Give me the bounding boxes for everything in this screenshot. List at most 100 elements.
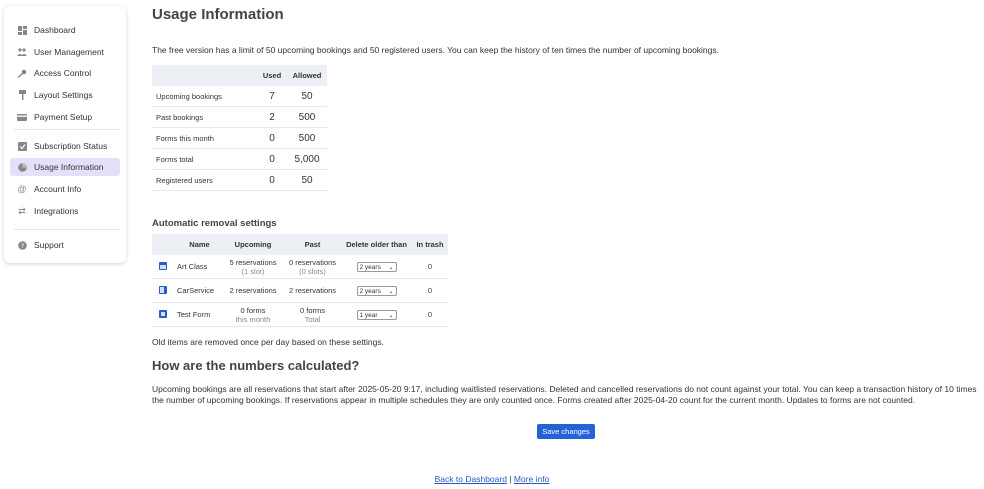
item-name: CarService: [174, 278, 222, 303]
upcoming-sub: (1 slot): [241, 266, 265, 276]
footer-separator: |: [509, 474, 512, 484]
more-info-link[interactable]: More info: [514, 474, 549, 484]
table-row: Past bookings 2 500: [152, 106, 327, 128]
sidebar-item-label: Subscription Status: [34, 141, 108, 151]
past-sub: Total: [304, 314, 321, 324]
removal-heading: Automatic removal settings: [152, 218, 277, 229]
sidebar-item-label: Payment Setup: [34, 112, 93, 122]
chevron-down-icon: ⌄: [388, 312, 394, 319]
delete-older-than-select[interactable]: 1 year ⌄: [356, 309, 397, 320]
column-header-past: Past: [284, 234, 341, 255]
table-row: Registered users 0 50: [152, 169, 327, 191]
save-button[interactable]: Save changes: [537, 424, 595, 439]
credit-card-icon: [17, 112, 27, 122]
select-value: 1 year: [359, 311, 378, 319]
used-value: 7: [257, 86, 287, 107]
arrows-exchange-icon: ⇄: [18, 205, 26, 216]
row-label: Forms this month: [152, 127, 257, 149]
past-value: 0 forms: [299, 305, 325, 315]
column-header-used: Used: [257, 65, 287, 86]
delete-older-than-select[interactable]: 2 years ⌄: [356, 261, 397, 272]
table-header-row: Used Allowed: [152, 65, 327, 86]
upcoming-value: 2 reservations: [229, 286, 277, 295]
check-square-icon: [17, 141, 27, 151]
sidebar: Dashboard User Management Access Control…: [4, 6, 126, 263]
upcoming-sub: this month: [235, 314, 271, 324]
row-label: Past bookings: [152, 106, 257, 128]
upcoming-cell: 5 reservations (1 slot): [222, 255, 284, 279]
past-value: 2 reservations: [288, 286, 337, 295]
column-header: [152, 65, 257, 86]
sidebar-item-label: Dashboard: [34, 25, 76, 35]
column-header-icon: [152, 234, 174, 255]
past-cell: 2 reservations: [284, 278, 341, 303]
sidebar-item-label: Usage Information: [34, 162, 104, 172]
delete-older-than-select[interactable]: 2 years ⌄: [356, 285, 397, 296]
allowed-value: 50: [287, 86, 327, 107]
item-name: Art Class: [174, 255, 222, 279]
item-name: Test Form: [174, 302, 222, 327]
row-label: Registered users: [152, 169, 257, 191]
car-icon: [159, 285, 167, 294]
form-icon: [159, 309, 167, 318]
sidebar-divider: [14, 129, 120, 130]
column-header-allowed: Allowed: [287, 65, 327, 86]
sidebar-item-subscription-status[interactable]: Subscription Status: [10, 137, 120, 155]
allowed-value: 500: [287, 106, 327, 128]
past-value: 0 reservations: [288, 257, 337, 267]
upcoming-value: 0 forms: [240, 305, 266, 315]
table-row: Test Form 0 forms this month 0 forms Tot…: [152, 302, 448, 327]
used-value: 0: [257, 127, 287, 149]
removal-note: Old items are removed once per day based…: [152, 337, 384, 347]
sidebar-item-label: Support: [34, 240, 64, 250]
sidebar-item-label: Integrations: [34, 206, 79, 216]
trash-count: 0: [412, 302, 448, 327]
page-title: Usage Information: [152, 6, 284, 23]
used-value: 0: [257, 148, 287, 170]
past-cell: 0 reservations (0 slots): [284, 255, 341, 279]
table-row: Forms total 0 5,000: [152, 148, 327, 170]
help-circle-icon: ?: [17, 240, 27, 250]
used-value: 2: [257, 106, 287, 128]
trash-count: 0: [412, 278, 448, 303]
row-label: Upcoming bookings: [152, 86, 257, 107]
svg-text:?: ?: [20, 242, 23, 250]
pie-chart-icon: [17, 162, 27, 172]
column-header-name: Name: [174, 234, 222, 255]
sidebar-item-dashboard[interactable]: Dashboard: [10, 21, 120, 39]
sidebar-item-usage-information[interactable]: Usage Information: [10, 158, 120, 176]
sidebar-item-user-management[interactable]: User Management: [10, 43, 120, 61]
allowed-value: 5,000: [287, 148, 327, 170]
used-value: 0: [257, 169, 287, 191]
back-to-dashboard-link[interactable]: Back to Dashboard: [435, 474, 507, 484]
sidebar-item-integrations[interactable]: ⇄ Integrations: [10, 202, 120, 220]
sidebar-item-access-control[interactable]: Access Control: [10, 64, 120, 82]
upcoming-cell: 0 forms this month: [222, 302, 284, 327]
chevron-down-icon: ⌄: [388, 264, 394, 271]
calc-heading: How are the numbers calculated?: [152, 358, 360, 373]
chevron-down-icon: ⌄: [388, 288, 394, 295]
paint-roller-icon: [17, 90, 27, 100]
removal-table: Name Upcoming Past Delete older than In …: [152, 234, 448, 327]
column-header-trash: In trash: [412, 234, 448, 255]
sidebar-item-label: User Management: [34, 47, 104, 57]
calendar-icon: [159, 261, 167, 270]
users-icon: [17, 47, 27, 57]
sidebar-item-account-info[interactable]: @ Account Info: [10, 180, 120, 198]
footer: Back to Dashboard | More info: [0, 474, 984, 484]
sidebar-item-label: Account Info: [34, 184, 82, 194]
table-row: CarService 2 reservations 2 reservations…: [152, 278, 448, 303]
key-icon: [17, 68, 27, 78]
allowed-value: 500: [287, 127, 327, 149]
sidebar-item-label: Access Control: [34, 68, 92, 78]
past-cell: 0 forms Total: [284, 302, 341, 327]
sidebar-item-layout-settings[interactable]: Layout Settings: [10, 86, 120, 104]
past-sub: (0 slots): [299, 266, 326, 276]
table-row: Forms this month 0 500: [152, 127, 327, 149]
upcoming-cell: 2 reservations: [222, 278, 284, 303]
sidebar-item-support[interactable]: ? Support: [10, 236, 120, 254]
calc-text: Upcoming bookings are all reservations t…: [152, 384, 977, 405]
sidebar-item-payment-setup[interactable]: Payment Setup: [10, 108, 120, 126]
dashboard-icon: [17, 25, 27, 35]
table-row: Upcoming bookings 7 50: [152, 86, 327, 107]
